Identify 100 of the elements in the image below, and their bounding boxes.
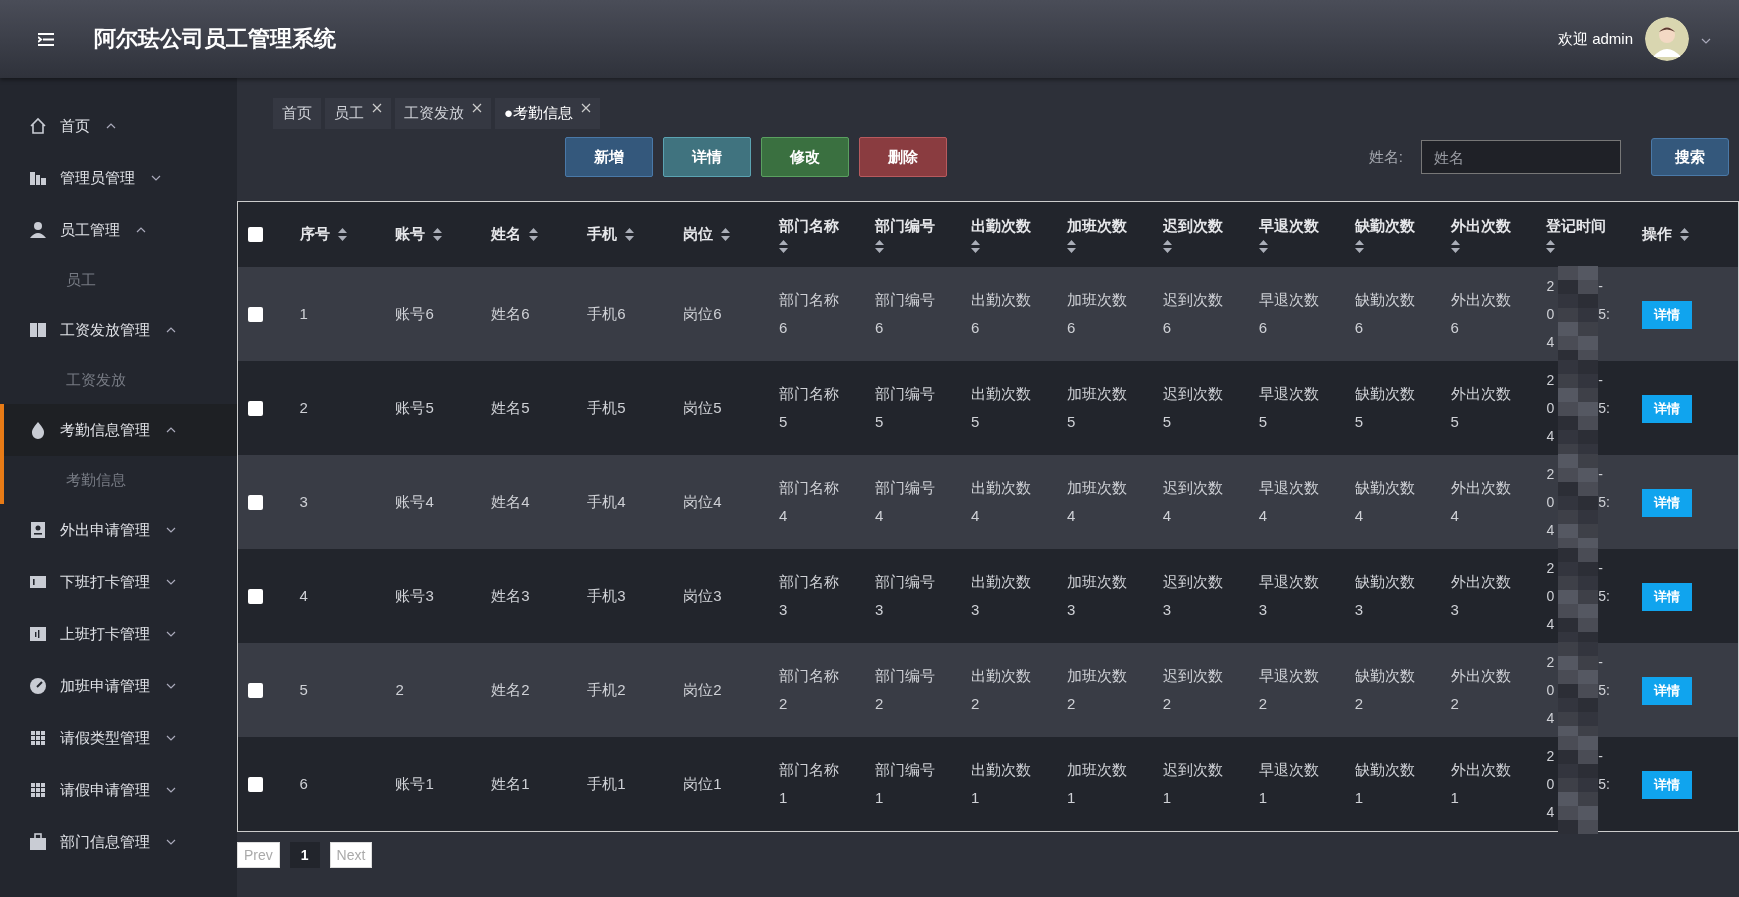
sidebar-item[interactable]: 考勤信息管理	[4, 404, 237, 456]
row-checkbox[interactable]	[248, 776, 263, 792]
table-cell-text: 部门名称1	[779, 760, 841, 808]
sidebar-item[interactable]: 工资发放管理	[4, 304, 237, 356]
menu-item-icon	[28, 780, 48, 800]
tab[interactable]: 员工	[325, 98, 391, 129]
table-cell-text: 外出次数3	[1450, 572, 1512, 620]
column-header: 账号	[395, 225, 426, 244]
close-icon[interactable]	[472, 103, 482, 113]
tab[interactable]: 工资发放	[395, 98, 491, 129]
table-cell-text: 部门编号6	[875, 290, 937, 338]
chevron-up-icon	[166, 427, 176, 433]
chevron-down-icon	[166, 839, 176, 845]
time-fragment: 4	[1546, 427, 1555, 446]
table-cell-text: 账号4	[395, 492, 434, 512]
sort-icon[interactable]	[433, 228, 443, 241]
menu-item-icon	[28, 320, 48, 340]
table-cell-text: 加班次数1	[1066, 760, 1128, 808]
time-fragment: -	[1598, 653, 1604, 672]
add-button[interactable]: 新增	[565, 137, 653, 177]
sort-icon[interactable]	[1680, 228, 1690, 241]
row-checkbox[interactable]	[248, 682, 263, 698]
avatar[interactable]	[1645, 17, 1689, 61]
table-cell-text: 岗位3	[683, 586, 722, 606]
table-cell-text: 部门编号2	[875, 666, 937, 714]
time-fragment: 4	[1546, 615, 1555, 634]
chevron-up-icon	[106, 123, 116, 129]
menu-item-icon	[28, 520, 48, 540]
row-checkbox[interactable]	[248, 306, 263, 322]
time-fragment: 4	[1546, 521, 1555, 540]
detail-button[interactable]: 详情	[663, 137, 751, 177]
table-cell-text: 部门名称2	[779, 666, 841, 714]
sidebar-item[interactable]: 部门信息管理	[4, 816, 237, 868]
column-header: 缺勤次数	[1354, 216, 1415, 236]
column-header: 手机	[587, 225, 618, 244]
select-all-checkbox[interactable]	[248, 227, 263, 242]
sidebar-subitem[interactable]: 考勤信息	[4, 456, 237, 504]
sort-icon[interactable]	[625, 228, 635, 241]
menu-item-icon	[28, 728, 48, 748]
column-header: 部门名称	[779, 216, 840, 236]
edit-button[interactable]: 修改	[761, 137, 849, 177]
table-cell-text: 迟到次数1	[1162, 760, 1224, 808]
sidebar-item[interactable]: 员工管理	[4, 204, 237, 256]
time-fragment: 2	[1546, 277, 1555, 296]
column-header: 迟到次数	[1162, 216, 1223, 236]
table-cell-text: 出勤次数5	[970, 384, 1032, 432]
sidebar-item[interactable]: 请假类型管理	[4, 712, 237, 764]
row-checkbox[interactable]	[248, 494, 263, 510]
time-fragment: 0	[1546, 681, 1555, 700]
search-button[interactable]: 搜索	[1651, 138, 1729, 176]
table-cell-text: 出勤次数1	[970, 760, 1032, 808]
time-fragment: 4	[1546, 333, 1555, 352]
time-fragment: 0	[1546, 493, 1555, 512]
page-button[interactable]: 1	[289, 842, 320, 868]
table-cell-text: 手机2	[587, 680, 626, 700]
close-icon[interactable]	[581, 103, 592, 113]
column-header: 出勤次数	[970, 216, 1031, 236]
table-cell-text: 手机5	[587, 398, 626, 418]
sidebar-item[interactable]: 管理员管理	[4, 152, 237, 204]
sort-icon[interactable]	[529, 228, 539, 241]
close-icon[interactable]	[372, 103, 382, 113]
search-field[interactable]: 姓名	[1421, 140, 1621, 174]
table-cell-text: 出勤次数4	[970, 478, 1032, 526]
sidebar-subitem[interactable]: 工资发放	[4, 356, 237, 404]
sidebar-item[interactable]: 上班打卡管理	[4, 608, 237, 660]
sidebar-item[interactable]: 首页	[4, 100, 237, 152]
table-cell-text: 5	[299, 680, 308, 700]
sidebar-subitem[interactable]: 员工	[4, 256, 237, 304]
time-fragment: -	[1598, 371, 1604, 390]
table-cell-text: 早退次数3	[1258, 572, 1320, 620]
sort-icon[interactable]	[721, 228, 731, 241]
menu-item-icon	[28, 676, 48, 696]
table-cell-text: 加班次数3	[1066, 572, 1128, 620]
table-cell-text: 手机6	[587, 304, 626, 324]
table-cell-text: 账号1	[395, 774, 434, 794]
sidebar-item[interactable]: 下班打卡管理	[4, 556, 237, 608]
column-header: 序号	[299, 225, 330, 244]
search-label: 姓名:	[1368, 147, 1403, 167]
sidebar-item[interactable]: 外出申请管理	[4, 504, 237, 556]
sort-icon[interactable]	[337, 228, 347, 241]
row-checkbox[interactable]	[248, 400, 263, 416]
table-cell-text: 姓名2	[491, 680, 530, 700]
time-fragment: 2	[1546, 653, 1555, 672]
sidebar-item[interactable]: 请假申请管理	[4, 764, 237, 816]
table-cell-text: 早退次数5	[1258, 384, 1320, 432]
table-cell-text: 账号3	[395, 586, 434, 606]
time-fragment: 0	[1546, 775, 1555, 794]
sidebar-item[interactable]: 加班申请管理	[4, 660, 237, 712]
menu-icon[interactable]	[38, 32, 54, 46]
delete-button[interactable]: 删除	[859, 137, 947, 177]
tab[interactable]: 首页	[273, 98, 321, 129]
time-fragment: -	[1598, 277, 1604, 296]
table-cell-text: 岗位5	[683, 398, 722, 418]
tab[interactable]: ●考勤信息	[495, 98, 601, 129]
row-checkbox[interactable]	[248, 588, 263, 604]
table-cell-text: 手机4	[587, 492, 626, 512]
table-cell-text: 岗位1	[683, 774, 722, 794]
table-cell-text: 外出次数4	[1450, 478, 1512, 526]
chevron-up-icon	[166, 327, 176, 333]
menu-item-icon	[28, 624, 48, 644]
